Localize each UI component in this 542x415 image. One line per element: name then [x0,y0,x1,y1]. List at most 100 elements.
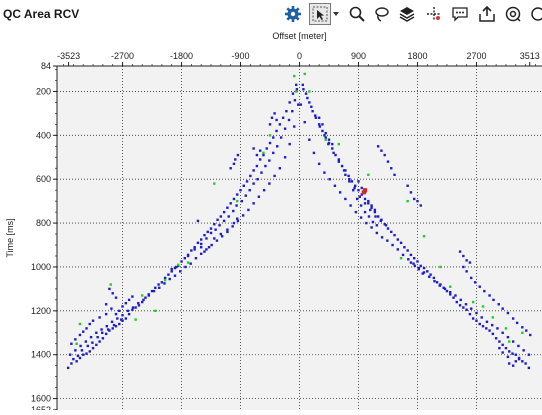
comment-icon[interactable] [449,3,471,25]
data-point [275,129,278,133]
data-point [353,186,356,190]
y-axis-label: Time [ms] [5,218,15,257]
data-point [293,125,296,128]
data-point [218,224,221,227]
data-point [101,337,105,340]
data-point [328,178,331,181]
data-point [183,256,187,260]
data-point [118,322,121,326]
data-point [255,164,259,168]
data-point [273,112,276,115]
data-point [490,323,494,327]
data-point [406,249,409,252]
search-icon[interactable] [526,3,542,25]
data-point [226,228,229,231]
data-point [226,230,229,234]
data-point [229,167,232,170]
data-point [324,136,327,139]
data-point [399,241,403,245]
data-point [494,337,498,340]
data-point [236,153,240,157]
data-point [299,103,303,106]
data-point [88,322,91,326]
data-point [508,340,511,343]
dropdown-arrow-icon[interactable] [331,3,341,25]
lasso-icon[interactable] [371,3,393,25]
data-point [291,92,295,95]
x-tick-label: 3513 [520,51,540,61]
data-point [501,307,504,310]
data-point [360,186,363,190]
data-point [226,206,229,209]
data-point [421,272,424,275]
data-point [361,190,366,195]
data-point [116,317,119,320]
data-point [210,243,213,247]
data-point [324,138,327,141]
data-point [304,92,308,95]
data-point [367,202,370,205]
data-point [350,180,354,183]
export-icon[interactable] [476,3,498,25]
data-point [407,258,410,261]
data-point [367,199,370,203]
data-point [213,237,216,240]
data-point [485,320,489,324]
data-point [409,191,413,194]
data-point [215,239,219,242]
data-point [323,171,326,174]
data-point [104,303,108,306]
data-point [355,197,359,201]
data-point [205,237,208,240]
layers-icon[interactable] [396,3,418,25]
data-point [439,265,442,269]
data-point [473,281,477,284]
data-point [481,324,485,328]
data-point [331,142,334,146]
data-point [426,270,429,273]
data-point [252,202,255,205]
qc-scatter-plot[interactable]: -3523 -2700 -1800 -900 0 900 1800 2700 3513 84 200… [0,28,542,415]
data-point [506,335,510,339]
data-point [374,215,377,218]
data-point [429,273,432,276]
data-point [144,296,147,299]
data-point [295,90,298,93]
data-point [359,216,363,219]
data-point [396,248,400,251]
data-point [260,171,263,174]
data-point [386,227,390,230]
data-point [504,327,508,330]
data-point [111,292,114,295]
data-point [134,306,137,309]
y-tick-label: 1400 [31,350,51,360]
data-point [288,142,291,146]
data-point [124,301,128,305]
y-tick-label: 1200 [31,306,51,316]
data-point [154,286,157,290]
data-point [327,138,331,141]
data-point [409,261,413,264]
gear-icon[interactable] [282,3,304,25]
data-point [327,142,330,146]
pointer-select-icon[interactable] [309,3,331,25]
scatter-chart[interactable]: -3523 -2700 -1800 -900 0 900 1800 2700 3513 84 200… [0,28,542,415]
zoom-icon[interactable] [346,3,368,25]
data-point [376,145,380,148]
crosshair-icon[interactable] [423,3,445,25]
data-point [229,202,232,205]
data-point [196,241,200,245]
data-point [152,289,156,293]
data-point [522,349,525,352]
data-point [416,260,419,263]
data-point [106,328,110,331]
data-point [480,316,483,319]
data-point [124,317,128,320]
data-point [232,197,236,201]
data-point [485,327,488,330]
data-point [363,202,367,205]
data-point [272,136,275,139]
data-point [134,318,137,321]
settings-icon[interactable] [502,3,524,25]
data-point [432,276,436,280]
